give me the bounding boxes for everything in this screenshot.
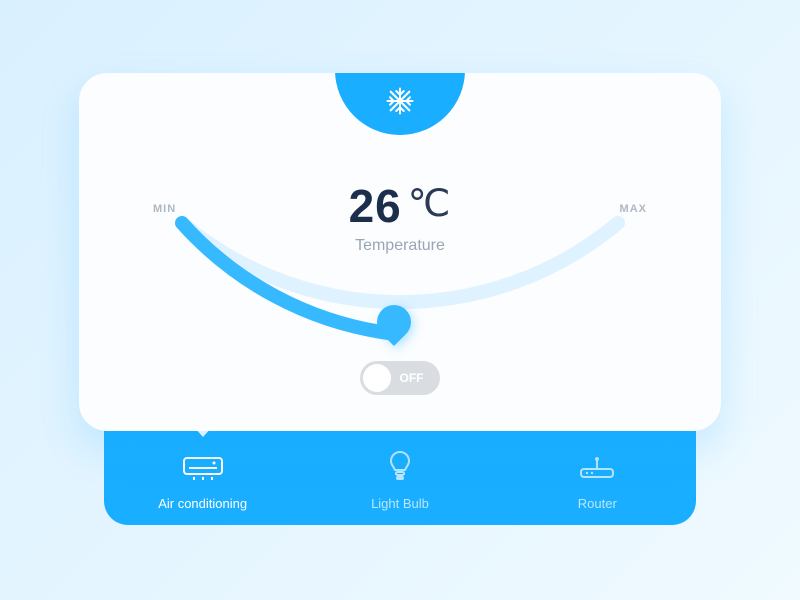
device-tabs: Air conditioning Light Bulb [104,451,696,511]
tab-light-bulb[interactable]: Light Bulb [320,451,480,511]
control-card: 26℃ Temperature MIN MAX OFF [79,73,721,431]
air-conditioner-icon [183,457,223,486]
tab-router[interactable]: Router [517,457,677,511]
tab-label: Router [578,496,617,511]
toggle-knob [363,364,391,392]
router-icon [579,457,615,486]
toggle-state-label: OFF [391,371,440,385]
tab-label: Light Bulb [371,496,429,511]
temperature-arc-slider[interactable] [140,183,660,383]
power-toggle[interactable]: OFF [360,361,440,395]
tab-air-conditioning[interactable]: Air conditioning [123,457,283,511]
snowflake-icon [385,86,415,121]
light-bulb-icon [388,451,412,486]
mode-badge [335,73,465,135]
tab-label: Air conditioning [158,496,247,511]
